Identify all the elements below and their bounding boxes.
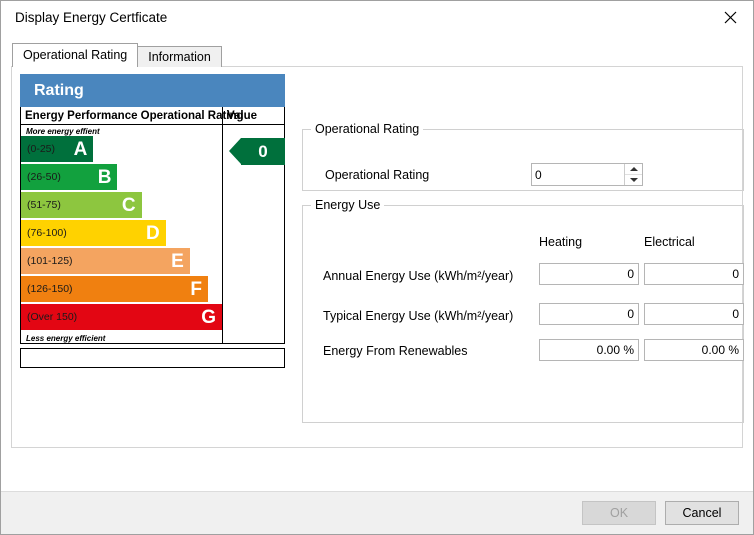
operational-rating-input[interactable] — [532, 164, 624, 185]
energy-rating-chart: Rating Energy Performance Operational Ra… — [20, 74, 285, 368]
tab-panel-operational-rating: Rating Energy Performance Operational Ra… — [11, 66, 743, 448]
rating-banner-label: Rating — [34, 82, 84, 100]
rating-chart-header-right: Value — [223, 107, 285, 125]
typical-energy-use-electrical-input[interactable] — [644, 303, 744, 325]
dialog-content: Operational Rating Information Rating En… — [1, 34, 753, 491]
operational-rating-groupbox: Operational Rating Operational Rating — [302, 129, 744, 191]
tab-operational-rating[interactable]: Operational Rating — [12, 43, 138, 67]
dialog-footer: OK Cancel — [1, 491, 753, 534]
rating-band-range: (Over 150) — [27, 311, 77, 323]
rating-band-letter: B — [98, 168, 112, 187]
close-icon[interactable] — [707, 1, 753, 33]
rating-band-range: (26-50) — [27, 171, 61, 183]
rating-value-arrow: 0 — [229, 138, 285, 165]
stepper-buttons[interactable] — [624, 164, 642, 185]
rating-band: (51-75) C — [21, 192, 142, 218]
value-arrow-spacer — [223, 125, 285, 136]
annual-energy-use-label: Annual Energy Use (kWh/m²/year) — [323, 269, 513, 283]
annual-energy-use-electrical-input[interactable] — [644, 263, 744, 285]
more-energy-efficient-label: More energy effient — [21, 125, 222, 136]
rating-band-letter: G — [201, 308, 216, 327]
column-header-heating: Heating — [539, 235, 582, 249]
energy-from-renewables-heating-input[interactable] — [539, 339, 639, 361]
energy-use-group-title: Energy Use — [311, 198, 384, 212]
less-energy-efficient-label: Less energy efficient — [21, 332, 222, 343]
ok-button[interactable]: OK — [582, 501, 656, 525]
rating-band-letter: D — [146, 224, 160, 243]
arrow-head-icon — [229, 138, 241, 164]
typical-energy-use-label: Typical Energy Use (kWh/m²/year) — [323, 309, 513, 323]
energy-from-renewables-electrical-input[interactable] — [644, 339, 744, 361]
rating-banner: Rating — [20, 74, 285, 107]
rating-band-letter: F — [190, 280, 202, 299]
rating-band: (Over 150) G — [21, 304, 222, 330]
stepper-down-icon[interactable] — [625, 175, 642, 185]
tab-information[interactable]: Information — [137, 46, 222, 67]
energy-from-renewables-label: Energy From Renewables — [323, 344, 468, 358]
rating-band-range: (101-125) — [27, 255, 73, 267]
operational-rating-stepper[interactable] — [531, 163, 643, 186]
window-title: Display Energy Certficate — [15, 10, 167, 25]
energy-use-groupbox: Energy Use Heating Electrical Annual Ene… — [302, 205, 744, 423]
rating-bands-list: (0-25) A (26-50) B (51-75) C — [21, 136, 222, 330]
rating-band: (126-150) F — [21, 276, 208, 302]
rating-band-letter: A — [74, 140, 88, 159]
rating-chart-footer-box — [20, 348, 285, 368]
column-header-electrical: Electrical — [644, 235, 695, 249]
annual-energy-use-heating-input[interactable] — [539, 263, 639, 285]
rating-band-letter: E — [171, 252, 184, 271]
rating-band: (76-100) D — [21, 220, 166, 246]
rating-chart-bands-column: Energy Performance Operational Rating Mo… — [21, 107, 223, 343]
rating-value-text: 0 — [241, 138, 285, 165]
typical-energy-use-heating-input[interactable] — [539, 303, 639, 325]
rating-band: (101-125) E — [21, 248, 190, 274]
rating-chart-header-left: Energy Performance Operational Rating — [21, 107, 222, 125]
rating-band: (0-25) A — [21, 136, 93, 162]
tab-strip: Operational Rating Information — [12, 44, 221, 67]
cancel-button[interactable]: Cancel — [665, 501, 739, 525]
rating-chart-value-column: Value 0 — [223, 107, 285, 343]
operational-rating-group-title: Operational Rating — [311, 122, 423, 136]
rating-band: (26-50) B — [21, 164, 117, 190]
dialog-window: Display Energy Certficate Operational Ra… — [0, 0, 754, 535]
rating-band-range: (0-25) — [27, 143, 55, 155]
rating-band-range: (51-75) — [27, 199, 61, 211]
rating-chart-table: Energy Performance Operational Rating Mo… — [20, 107, 285, 344]
rating-band-letter: C — [122, 196, 136, 215]
operational-rating-label: Operational Rating — [325, 168, 429, 182]
title-bar: Display Energy Certficate — [1, 1, 753, 34]
rating-band-range: (76-100) — [27, 227, 67, 239]
rating-band-range: (126-150) — [27, 283, 73, 295]
stepper-up-icon[interactable] — [625, 164, 642, 175]
